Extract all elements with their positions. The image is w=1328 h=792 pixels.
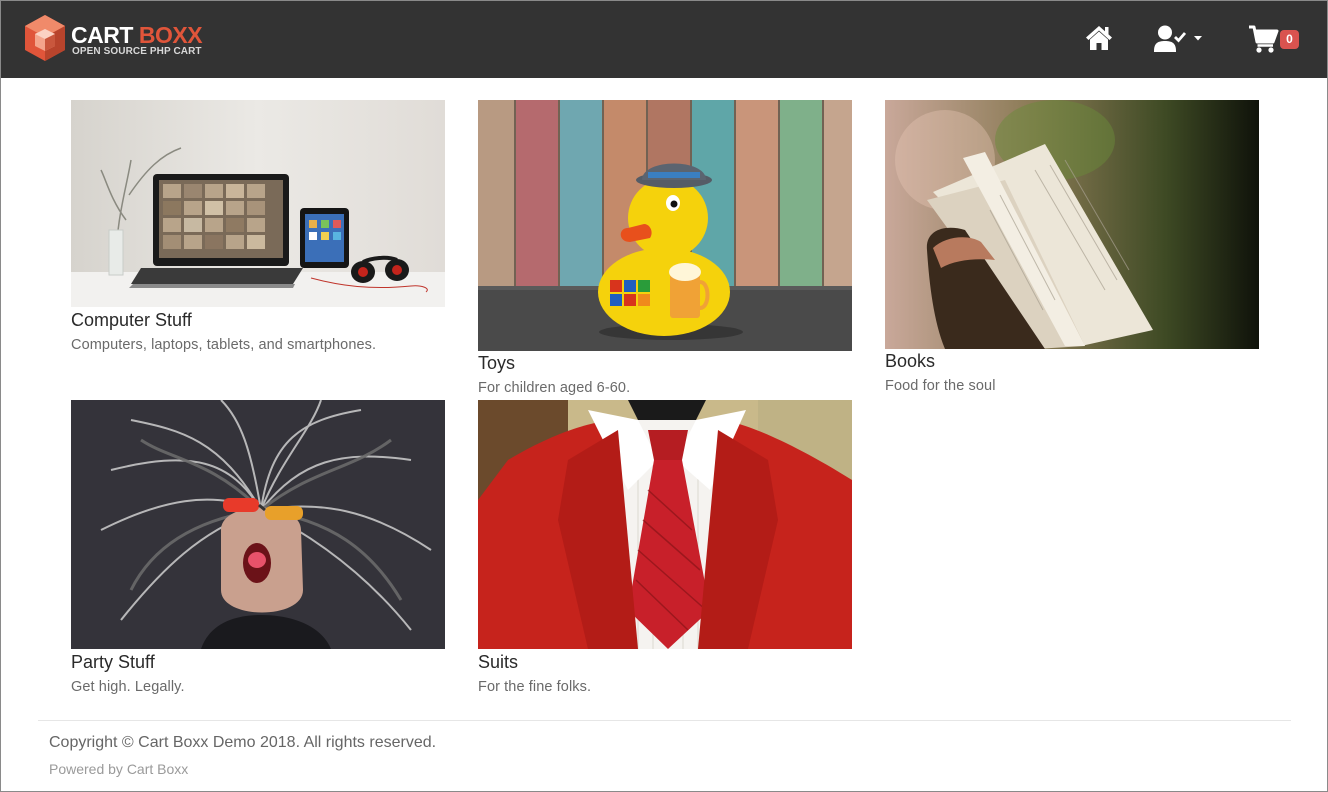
brand-title-cart: CART — [71, 22, 133, 48]
shopping-cart-icon — [1249, 25, 1279, 53]
category-description: For the fine folks. — [478, 679, 592, 695]
footer-divider — [38, 720, 1291, 721]
category-card-suits[interactable]: Suits For the fine folks. — [478, 400, 852, 698]
category-image-computer-stuff — [71, 100, 445, 307]
category-image-party-stuff — [71, 400, 445, 649]
user-check-icon — [1154, 25, 1202, 52]
cart-button[interactable]: 0 — [1248, 23, 1304, 55]
brand-subtitle: OPEN SOURCE PHP CART — [72, 46, 202, 57]
category-title: Toys — [478, 353, 516, 373]
category-description: Get high. Legally. — [71, 679, 185, 695]
category-card-party-stuff[interactable]: Party Stuff Get high. Legally. — [71, 400, 445, 698]
category-image-books — [885, 100, 1259, 349]
category-card-books[interactable]: Books Food for the soul — [885, 100, 1259, 398]
brand-title-boxx: BOXX — [138, 22, 203, 48]
footer-powered-by-link[interactable]: Powered by Cart Boxx — [49, 761, 188, 777]
category-description: Food for the soul — [885, 378, 996, 394]
category-title: Suits — [478, 652, 519, 672]
cube-logo-icon — [25, 15, 65, 61]
category-image-toys — [478, 100, 852, 351]
user-menu-dropdown[interactable] — [1154, 24, 1208, 54]
category-title: Computer Stuff — [71, 310, 192, 330]
category-image-suits — [478, 400, 852, 649]
category-description: For children aged 6-60. — [478, 380, 631, 396]
category-title: Books — [885, 351, 936, 371]
top-navbar: CART BOXX OPEN SOURCE PHP CART 0 — [1, 1, 1327, 78]
category-title: Party Stuff — [71, 652, 155, 672]
category-card-toys[interactable]: Toys For children aged 6-60. — [478, 100, 852, 398]
home-button[interactable] — [1084, 24, 1114, 52]
footer-copyright: Copyright © Cart Boxx Demo 2018. All rig… — [49, 734, 437, 751]
cart-count-badge: 0 — [1280, 30, 1299, 49]
home-icon — [1086, 26, 1112, 50]
brand-title: CART BOXX — [71, 22, 203, 48]
category-card-computer-stuff[interactable]: Computer Stuff Computers, laptops, table… — [71, 100, 445, 360]
category-description: Computers, laptops, tablets, and smartph… — [71, 337, 377, 353]
page-frame: CART BOXX OPEN SOURCE PHP CART 0 Compute… — [0, 0, 1328, 792]
